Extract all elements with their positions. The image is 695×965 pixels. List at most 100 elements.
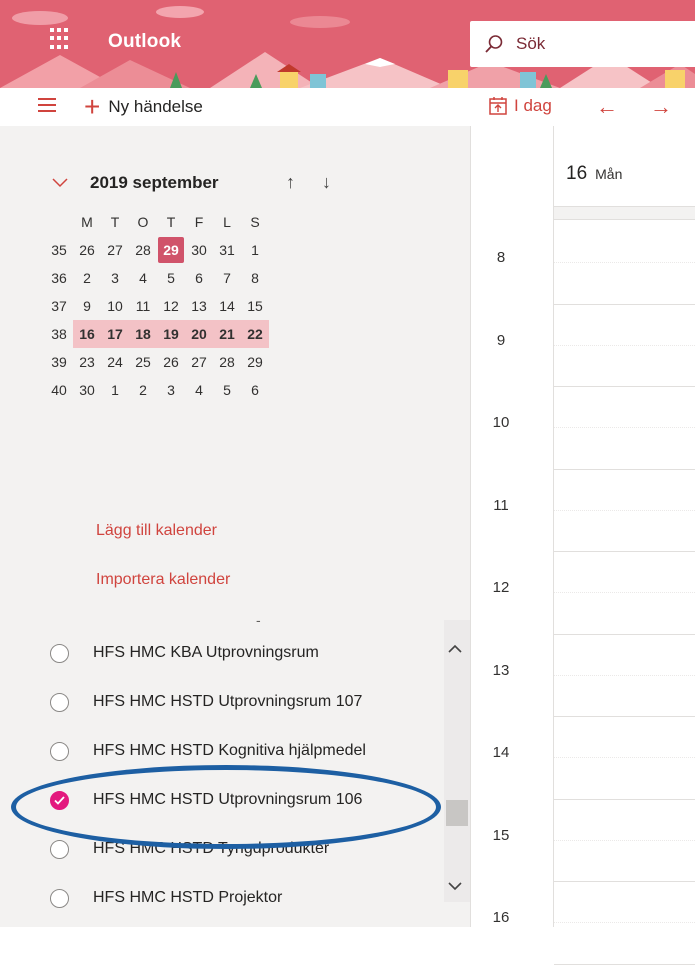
waffle-icon[interactable]: [50, 28, 72, 50]
day-view-grid: [470, 126, 695, 927]
half-hour-line: [554, 674, 695, 676]
mini-calendar-day[interactable]: 14: [213, 292, 241, 320]
app-title[interactable]: Outlook: [108, 31, 181, 53]
hour-label: 10: [492, 414, 510, 431]
weekday-header: T: [110, 214, 120, 230]
mini-calendar-day[interactable]: 5: [157, 264, 185, 292]
mini-calendar-day[interactable]: 30: [185, 236, 213, 264]
half-hour-line: [554, 262, 695, 264]
hour-label: 9: [496, 331, 506, 349]
new-event-button[interactable]: + Ny händelse: [84, 93, 203, 121]
half-hour-line: [554, 757, 695, 759]
calendar-list-item[interactable]: HFS HMC HSTD Projektor: [50, 883, 282, 913]
mini-calendar-day[interactable]: 1: [241, 236, 269, 264]
arrow-left-icon[interactable]: ←: [596, 94, 618, 120]
mini-calendar-day[interactable]: 15: [241, 292, 269, 320]
arrow-right-icon[interactable]: →: [650, 94, 672, 120]
app-header: Outlook Sök: [0, 0, 695, 88]
hamburger-icon[interactable]: [38, 98, 56, 112]
mini-calendar-day[interactable]: 7: [213, 264, 241, 292]
mini-calendar-day[interactable]: 19: [157, 320, 185, 348]
scroll-down-icon[interactable]: [448, 878, 462, 895]
arrow-down-icon[interactable]: ↓: [322, 172, 331, 193]
day-header[interactable]: 16 Mån: [566, 163, 622, 185]
week-number[interactable]: 40: [45, 376, 73, 404]
search-box[interactable]: Sök: [470, 21, 695, 67]
mini-calendar-day[interactable]: 24: [101, 348, 129, 376]
mini-calendar-day[interactable]: 3: [157, 376, 185, 404]
radio-circle-icon[interactable]: [50, 839, 69, 859]
mini-calendar-week: 40 30 1 2 3 4 5 6: [45, 376, 269, 404]
today-marker: 29: [158, 237, 184, 263]
mini-calendar-day[interactable]: 28: [213, 348, 241, 376]
mini-calendar-day[interactable]: 10: [101, 292, 129, 320]
mini-calendar-day[interactable]: 8: [241, 264, 269, 292]
mini-calendar-day[interactable]: 30: [73, 376, 101, 404]
calendar-today-icon: [489, 97, 507, 115]
radio-circle-icon[interactable]: [50, 692, 69, 712]
radio-circle-icon[interactable]: [50, 741, 69, 761]
mini-calendar-day[interactable]: 3: [101, 264, 129, 292]
mini-calendar-day[interactable]: 16: [73, 320, 101, 348]
calendar-list-item[interactable]: HFS HMC HSTD Kognitiva hjälpmedel: [50, 736, 366, 766]
mini-calendar-day[interactable]: 29: [241, 348, 269, 376]
week-number[interactable]: 36: [45, 264, 73, 292]
mini-calendar-day[interactable]: 23: [73, 348, 101, 376]
hour-label: 15: [492, 826, 510, 844]
mini-calendar-day[interactable]: 21: [213, 320, 241, 348]
radio-circle-icon[interactable]: [50, 888, 69, 908]
all-day-band[interactable]: [554, 206, 695, 220]
weekday-header: O: [137, 214, 149, 230]
import-calendar-link[interactable]: Importera kalender: [96, 571, 230, 589]
mini-calendar-day[interactable]: 12: [157, 292, 185, 320]
mini-calendar-day[interactable]: 6: [185, 264, 213, 292]
calendar-list-item[interactable]: HFS HMC HSTD Utprovningsrum 107: [50, 687, 362, 717]
mini-calendar-day[interactable]: 27: [185, 348, 213, 376]
hour-line: [554, 798, 695, 800]
mini-calendar-day[interactable]: 22: [241, 320, 269, 348]
weekday-header: F: [194, 214, 204, 230]
day-number: 16: [566, 163, 588, 184]
mini-calendar-day[interactable]: 18: [129, 320, 157, 348]
week-number[interactable]: 38: [45, 320, 73, 348]
calendar-list-item[interactable]: HFS HMC KBA Utprovningsrum: [50, 638, 319, 668]
radio-circle-icon[interactable]: [50, 643, 69, 663]
mini-calendar-day[interactable]: 29: [157, 236, 185, 264]
today-button[interactable]: I dag: [488, 96, 552, 116]
hour-label: 11: [493, 496, 509, 514]
chevron-down-icon[interactable]: [52, 172, 68, 193]
mini-calendar-day[interactable]: 27: [101, 236, 129, 264]
calendar-list-item[interactable]: HFS HMC HSTD Utprovningsrum 106: [50, 785, 362, 815]
mini-calendar-day[interactable]: 2: [129, 376, 157, 404]
mini-calendar-day[interactable]: 4: [129, 264, 157, 292]
mini-calendar-day[interactable]: 11: [129, 292, 157, 320]
mini-calendar-day[interactable]: 17: [101, 320, 129, 348]
week-number[interactable]: 39: [45, 348, 73, 376]
mini-calendar-day[interactable]: 5: [213, 376, 241, 404]
mini-calendar-day[interactable]: 26: [157, 348, 185, 376]
hour-line: [554, 716, 695, 717]
mini-calendar-day[interactable]: 4: [185, 376, 213, 404]
calendar-list-scrollbar[interactable]: [444, 620, 470, 902]
mini-calendar-day[interactable]: 31: [213, 236, 241, 264]
week-number[interactable]: 37: [45, 292, 73, 320]
mini-calendar-day[interactable]: 6: [241, 376, 269, 404]
calendar-list-item[interactable]: HFS HMC HSTD Tyngdprodukter: [50, 834, 329, 864]
check-icon[interactable]: [50, 790, 69, 810]
mini-calendar-day[interactable]: 13: [185, 292, 213, 320]
add-calendar-link[interactable]: Lägg till kalender: [96, 522, 217, 540]
mini-calendar-day[interactable]: 9: [73, 292, 101, 320]
arrow-up-icon[interactable]: ↑: [286, 172, 295, 193]
mini-calendar-day[interactable]: 25: [129, 348, 157, 376]
mini-calendar-day[interactable]: 1: [101, 376, 129, 404]
mini-calendar-day[interactable]: 28: [129, 236, 157, 264]
mini-calendar-day[interactable]: 20: [185, 320, 213, 348]
week-number[interactable]: 35: [45, 236, 73, 264]
mini-calendar-grid: MTOTFLS 35 26 27 28 29 30 31 1 36 2 3 4 5 6 7 8 37 9 10 11 1…: [45, 208, 269, 404]
scrollbar-thumb[interactable]: [446, 800, 468, 826]
half-hour-line: [554, 839, 695, 841]
scroll-up-icon[interactable]: [448, 640, 462, 657]
search-label: Sök: [516, 34, 546, 53]
mini-calendar-day[interactable]: 26: [73, 236, 101, 264]
mini-calendar-day[interactable]: 2: [73, 264, 101, 292]
